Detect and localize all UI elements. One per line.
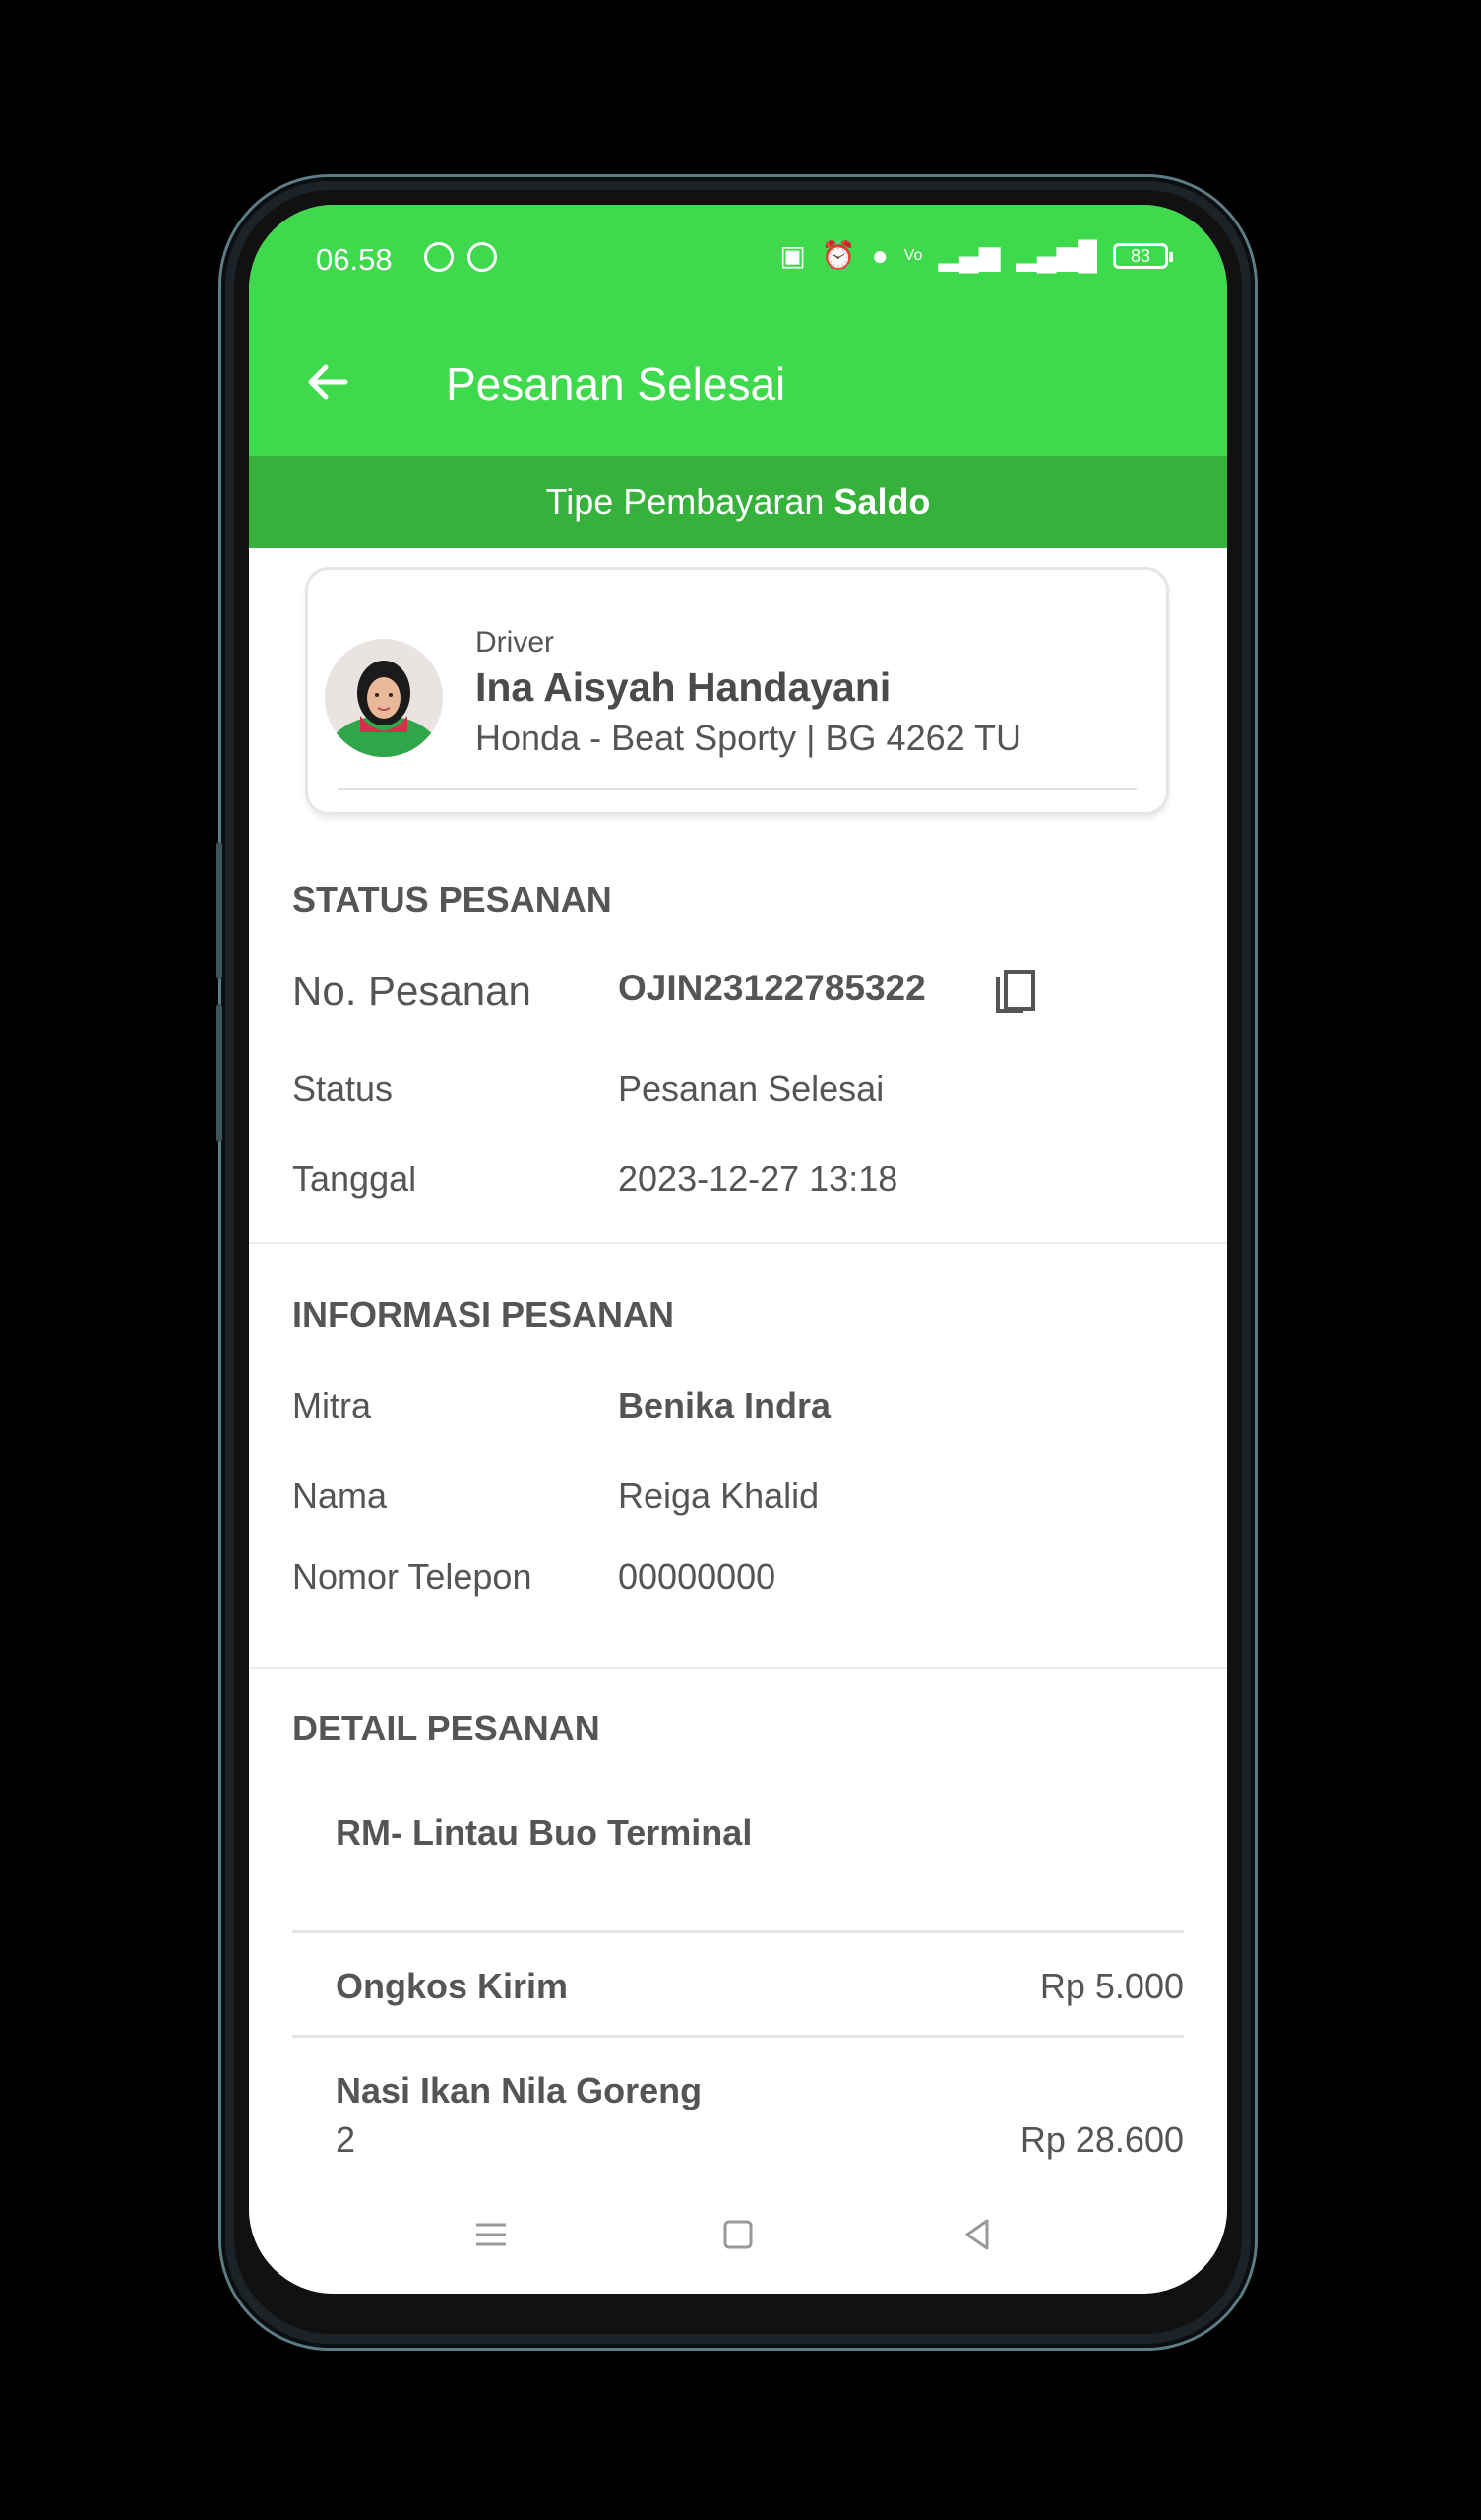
customer-name-label: Nama [292, 1476, 388, 1516]
partner-value: Benika Indra [618, 1385, 832, 1425]
driver-avatar [325, 639, 443, 757]
card-divider [338, 788, 1137, 790]
status-label: Status [292, 1068, 394, 1108]
payment-type-bar: Tipe Pembayaran Saldo [249, 456, 1227, 548]
section-divider [249, 1242, 1227, 1244]
item-name: Nasi Ikan Nila Goreng [336, 2070, 703, 2110]
merchant-name: RM- Lintau Buo Terminal [336, 1812, 753, 1853]
app-notification-icon-2 [467, 242, 497, 272]
status-section-title: STATUS PESANAN [292, 879, 612, 919]
phone-value: 00000000 [618, 1556, 776, 1597]
payment-type-value: Saldo [833, 481, 931, 522]
location-icon: ● [871, 240, 889, 271]
driver-name: Ina Aisyah Handayani [475, 664, 892, 710]
back-arrow-icon[interactable] [298, 352, 357, 411]
app-notification-icon [424, 242, 454, 272]
shipping-label: Ongkos Kirim [336, 1966, 569, 2006]
status-time: 06.58 [316, 242, 393, 277]
partner-label: Mitra [292, 1385, 371, 1425]
customer-name-value: Reiga Khalid [618, 1476, 820, 1516]
shipping-price: Rp 5.000 [1039, 1966, 1184, 2006]
driver-label: Driver [475, 626, 554, 659]
section-divider [249, 1667, 1227, 1669]
driver-vehicle: Honda - Beat Sporty | BG 4262 TU [475, 718, 1021, 758]
volume-up-button [216, 842, 222, 979]
copy-icon[interactable] [992, 968, 1041, 1021]
menu-icon[interactable] [462, 2205, 521, 2264]
signal-icon: ▂▄▆ [938, 240, 1001, 271]
page-title: Pesanan Selesai [446, 358, 786, 410]
driver-card: Driver Ina Aisyah Handayani Honda - Beat… [305, 567, 1169, 815]
detail-divider [292, 2035, 1184, 2038]
detail-divider [292, 1930, 1184, 1933]
order-number-label: No. Pesanan [292, 968, 531, 1014]
detail-section-title: DETAIL PESANAN [292, 1708, 600, 1748]
item-price: Rp 28.600 [1019, 2119, 1184, 2160]
info-section-title: INFORMASI PESANAN [292, 1294, 675, 1335]
app-bar: Pesanan Selesai [249, 313, 1227, 456]
date-value: 2023-12-27 13:18 [618, 1159, 898, 1199]
item-qty: 2 [336, 2119, 356, 2160]
status-value: Pesanan Selesai [618, 1068, 885, 1108]
date-label: Tanggal [292, 1159, 417, 1199]
alarm-icon: ⏰ [821, 240, 856, 271]
volte-icon: Vo [903, 247, 923, 264]
battery-icon: 83 [1113, 243, 1173, 269]
nfc-icon: ▣ [779, 240, 806, 271]
phone-label: Nomor Telepon [292, 1556, 532, 1597]
order-number: OJIN23122785322 [618, 968, 926, 1008]
system-nav-bar [249, 2183, 1227, 2294]
status-bar: 06.58 ▣ ⏰ ● Vo ▂▄▆ ▂▄▆█ 83 [249, 205, 1227, 313]
home-icon[interactable] [709, 2205, 768, 2264]
back-icon[interactable] [948, 2205, 1007, 2264]
phone-screen: 06.58 ▣ ⏰ ● Vo ▂▄▆ ▂▄▆█ 83 Pesanan Seles… [249, 205, 1227, 2294]
payment-type-label: Tipe Pembayaran [545, 481, 825, 522]
signal-4g-icon: ▂▄▆█ [1016, 240, 1097, 271]
volume-down-button [216, 1004, 222, 1142]
